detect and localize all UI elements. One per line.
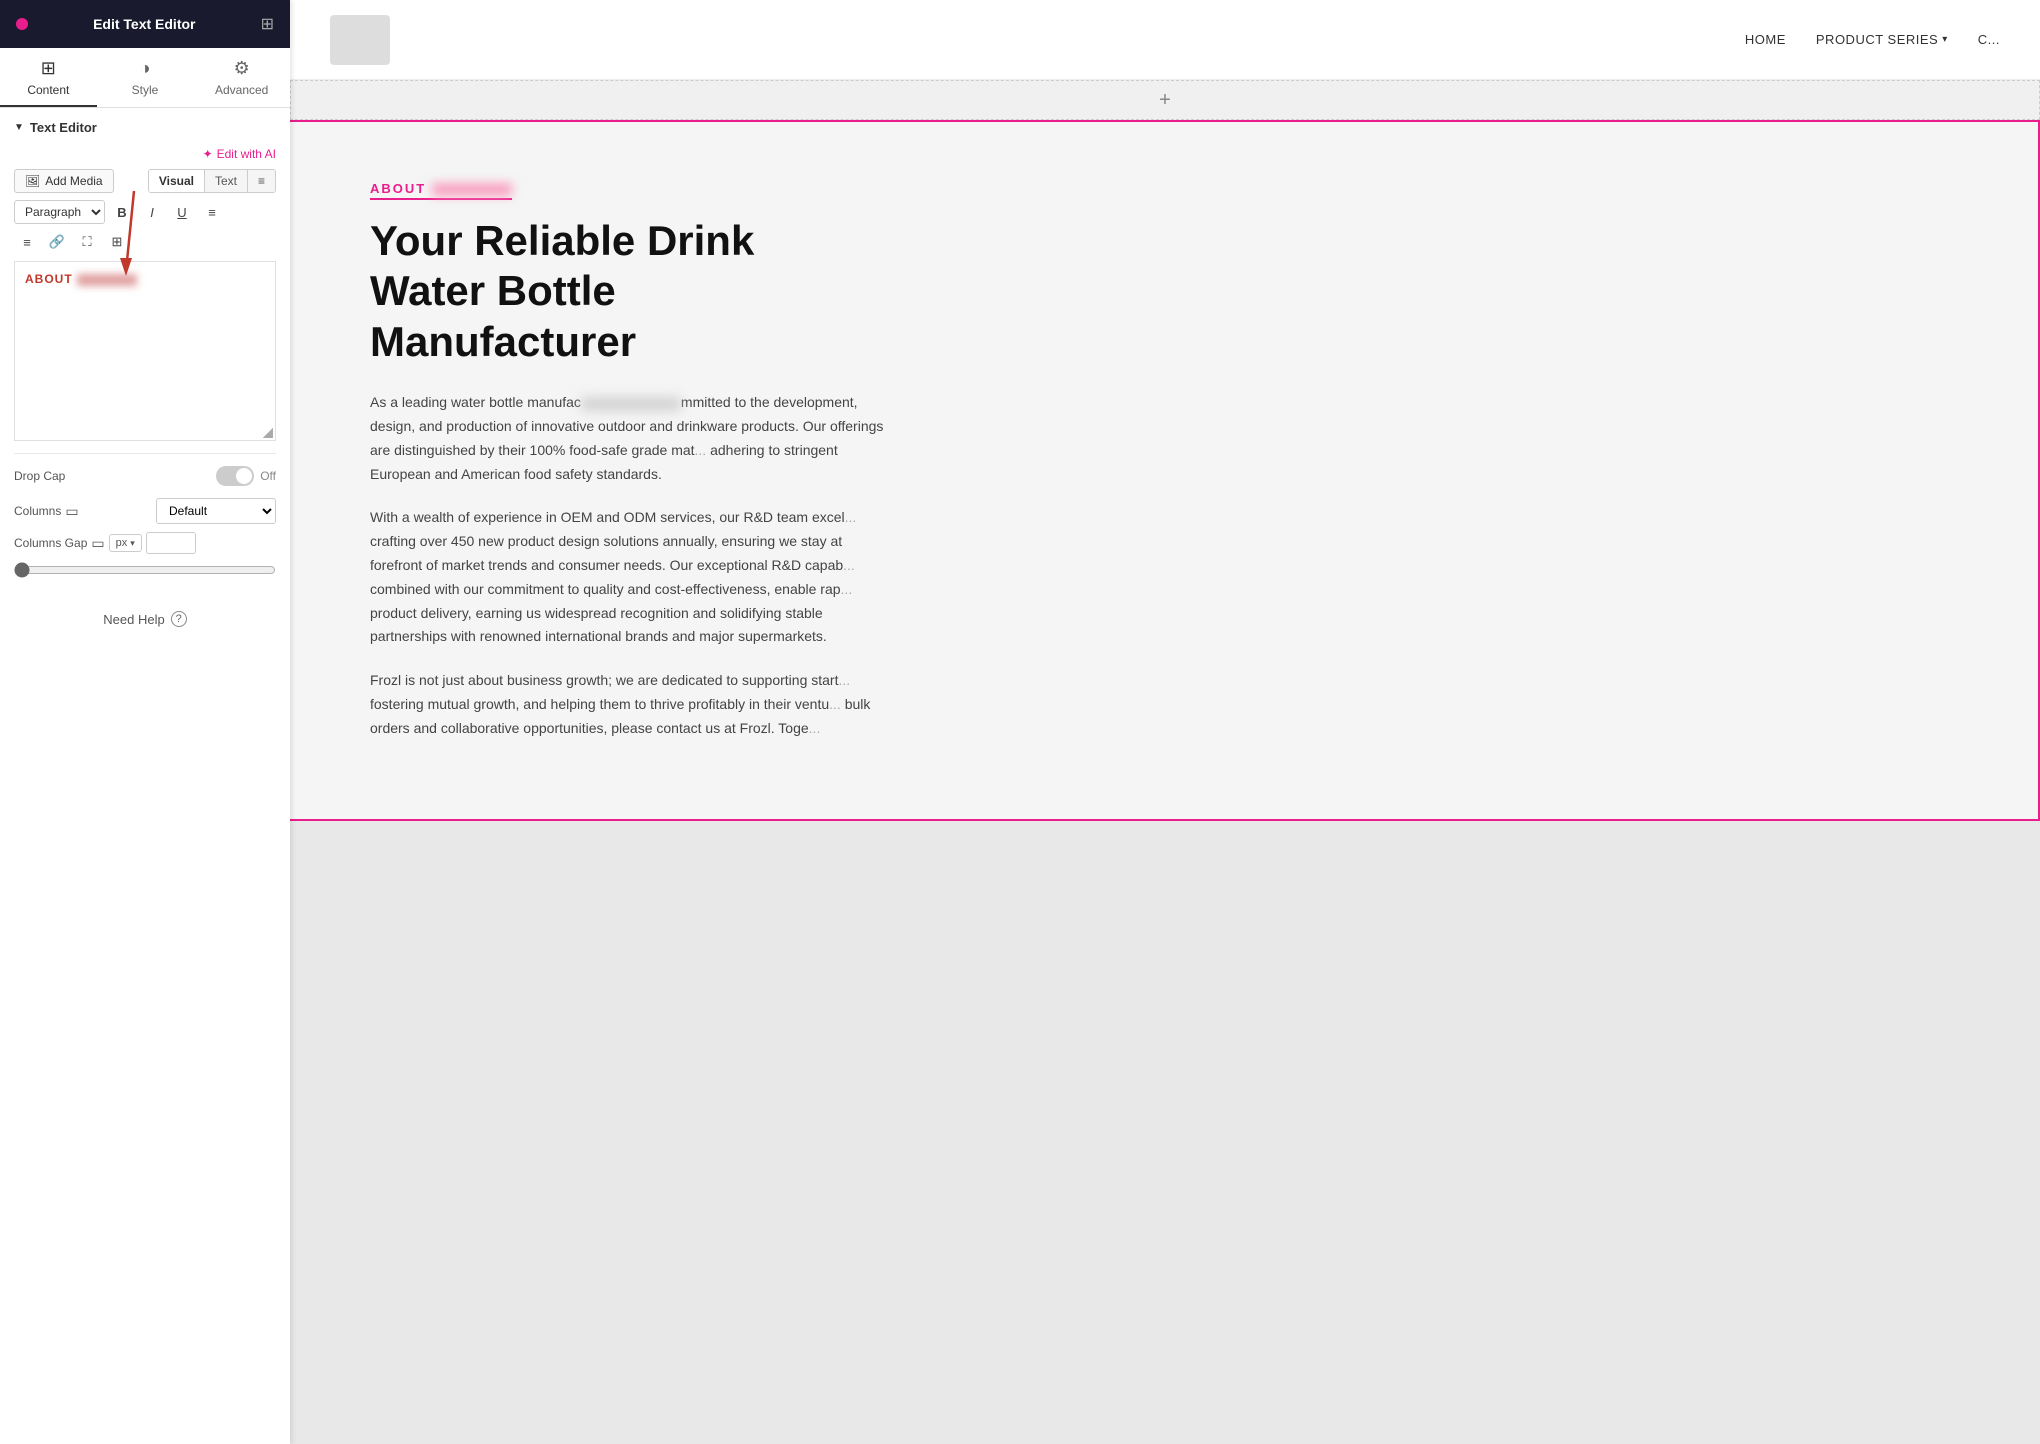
- toggle-knob: [236, 468, 252, 484]
- columns-gap-label: Columns Gap ▭: [14, 535, 105, 552]
- panel-title: Edit Text Editor: [93, 16, 195, 32]
- section-arrow: ▼: [14, 122, 24, 133]
- body-para2: With a wealth of experience in OEM and O…: [370, 506, 890, 649]
- content-inner: ABOUT Your Reliable Drink Water Bottle M…: [370, 180, 930, 741]
- add-section-icon: +: [1159, 89, 1171, 112]
- editor-area-wrapper: ABOUT: [14, 261, 276, 441]
- resize-handle[interactable]: [263, 428, 273, 438]
- columns-label: Columns ▭: [14, 503, 104, 520]
- add-media-label: Add Media: [45, 174, 102, 188]
- columns-select[interactable]: Default 2 3: [156, 498, 276, 524]
- gap-slider[interactable]: [14, 562, 276, 578]
- drop-cap-toggle[interactable]: [216, 466, 254, 486]
- editor-content: ABOUT: [25, 272, 265, 286]
- editor-format-bar: Paragraph Heading 1 Heading 2 B I U ≡: [14, 199, 276, 225]
- drop-cap-label: Drop Cap: [14, 469, 104, 483]
- visual-tab[interactable]: Visual: [149, 170, 205, 192]
- need-help-label: Need Help: [103, 612, 164, 627]
- ai-sparkle-icon: ✦: [203, 147, 213, 161]
- italic-button[interactable]: I: [139, 199, 165, 225]
- nav-more[interactable]: C...: [1978, 32, 2000, 47]
- link-button[interactable]: 🔗: [44, 229, 70, 255]
- drop-cap-value: Off: [260, 469, 276, 483]
- header-dot: [16, 18, 28, 30]
- pink-selection-bottom: [290, 819, 2040, 821]
- editor-area[interactable]: ABOUT: [14, 261, 276, 441]
- pink-selection-top: [290, 120, 2040, 122]
- about-label: ABOUT: [370, 181, 512, 200]
- view-tabs: Visual Text ≡: [148, 169, 276, 193]
- panel-body: ▼ Text Editor ✦ Edit with AI 🖼 Add Media…: [0, 108, 290, 1444]
- add-media-icon: 🖼: [25, 174, 40, 188]
- tab-style[interactable]: ◑ Style: [97, 48, 194, 107]
- style-tab-label: Style: [132, 83, 159, 97]
- gap-input[interactable]: [146, 532, 196, 554]
- bold-button[interactable]: B: [109, 199, 135, 225]
- right-panel: HOME PRODUCT SERIES ▾ C... + ABOUT Your …: [290, 0, 2040, 1444]
- content-tab-icon: ⊞: [41, 58, 56, 79]
- text-tab-label: Text: [215, 174, 237, 188]
- underline-button[interactable]: U: [169, 199, 195, 225]
- logo: [330, 15, 390, 65]
- logo-area: [330, 15, 390, 65]
- columns-icon: ▭: [65, 503, 78, 520]
- body-para1: As a leading water bottle manufacmmitted…: [370, 391, 890, 486]
- left-panel: Edit Text Editor ⊞ ⊞ Content ◑ Style ⚙ A…: [0, 0, 290, 1444]
- add-section-bar[interactable]: +: [290, 80, 2040, 120]
- advanced-tab-label: Advanced: [215, 83, 268, 97]
- list-button[interactable]: ≡: [199, 199, 225, 225]
- add-media-button[interactable]: 🖼 Add Media: [14, 169, 114, 193]
- panel-header: Edit Text Editor ⊞: [0, 0, 290, 48]
- list-icon-tab[interactable]: ≡: [248, 170, 275, 192]
- dropdown-chevron: ▾: [1942, 34, 1948, 45]
- editor-format-bar2: ≡ 🔗 ⛶ ⊞: [14, 229, 276, 255]
- slider-row: [14, 562, 276, 583]
- main-heading: Your Reliable Drink Water Bottle Manufac…: [370, 216, 870, 367]
- editor-toolbar-top: 🖼 Add Media Visual Text ≡: [14, 169, 276, 193]
- grid-icon[interactable]: ⊞: [261, 14, 274, 34]
- section-header: ▼ Text Editor: [14, 120, 276, 135]
- nav-home[interactable]: HOME: [1745, 32, 1786, 47]
- tab-content[interactable]: ⊞ Content: [0, 48, 97, 107]
- content-tab-label: Content: [27, 83, 69, 97]
- edit-ai-container: ✦ Edit with AI: [14, 147, 276, 161]
- paragraph-select[interactable]: Paragraph Heading 1 Heading 2: [14, 200, 105, 224]
- site-nav: HOME PRODUCT SERIES ▾ C...: [1745, 32, 2000, 47]
- tab-advanced[interactable]: ⚙ Advanced: [193, 48, 290, 107]
- text-tab[interactable]: Text: [205, 170, 248, 192]
- gap-icon: ▭: [91, 535, 104, 552]
- list-icon: ≡: [258, 174, 265, 188]
- fullscreen-button[interactable]: ⛶: [74, 229, 100, 255]
- panel-header-icons: ⊞: [261, 14, 274, 34]
- columns-row: Columns ▭ Default 2 3: [14, 498, 276, 524]
- unit-chevron: ▾: [130, 538, 135, 548]
- edit-ai-label: Edit with AI: [217, 147, 276, 161]
- need-help[interactable]: Need Help ?: [14, 599, 276, 639]
- nav-product-series[interactable]: PRODUCT SERIES ▾: [1816, 32, 1948, 47]
- panel-tabs: ⊞ Content ◑ Style ⚙ Advanced: [0, 48, 290, 108]
- visual-tab-label: Visual: [159, 174, 194, 188]
- content-section: ABOUT Your Reliable Drink Water Bottle M…: [290, 120, 2040, 821]
- drop-cap-row: Drop Cap Off: [14, 466, 276, 486]
- edit-ai-button[interactable]: ✦ Edit with AI: [203, 147, 276, 161]
- table-button[interactable]: ⊞: [104, 229, 130, 255]
- divider-1: [14, 453, 276, 454]
- help-icon: ?: [171, 611, 187, 627]
- body-para3: Frozl is not just about business growth;…: [370, 669, 890, 740]
- drop-cap-toggle-container: Off: [216, 466, 276, 486]
- gap-unit[interactable]: px ▾: [109, 534, 142, 552]
- ordered-list-button[interactable]: ≡: [14, 229, 40, 255]
- advanced-tab-icon: ⚙: [234, 58, 250, 79]
- columns-gap-row: Columns Gap ▭ px ▾: [14, 532, 276, 554]
- site-header: HOME PRODUCT SERIES ▾ C...: [290, 0, 2040, 80]
- style-tab-icon: ◑: [140, 58, 151, 79]
- section-title: Text Editor: [30, 120, 97, 135]
